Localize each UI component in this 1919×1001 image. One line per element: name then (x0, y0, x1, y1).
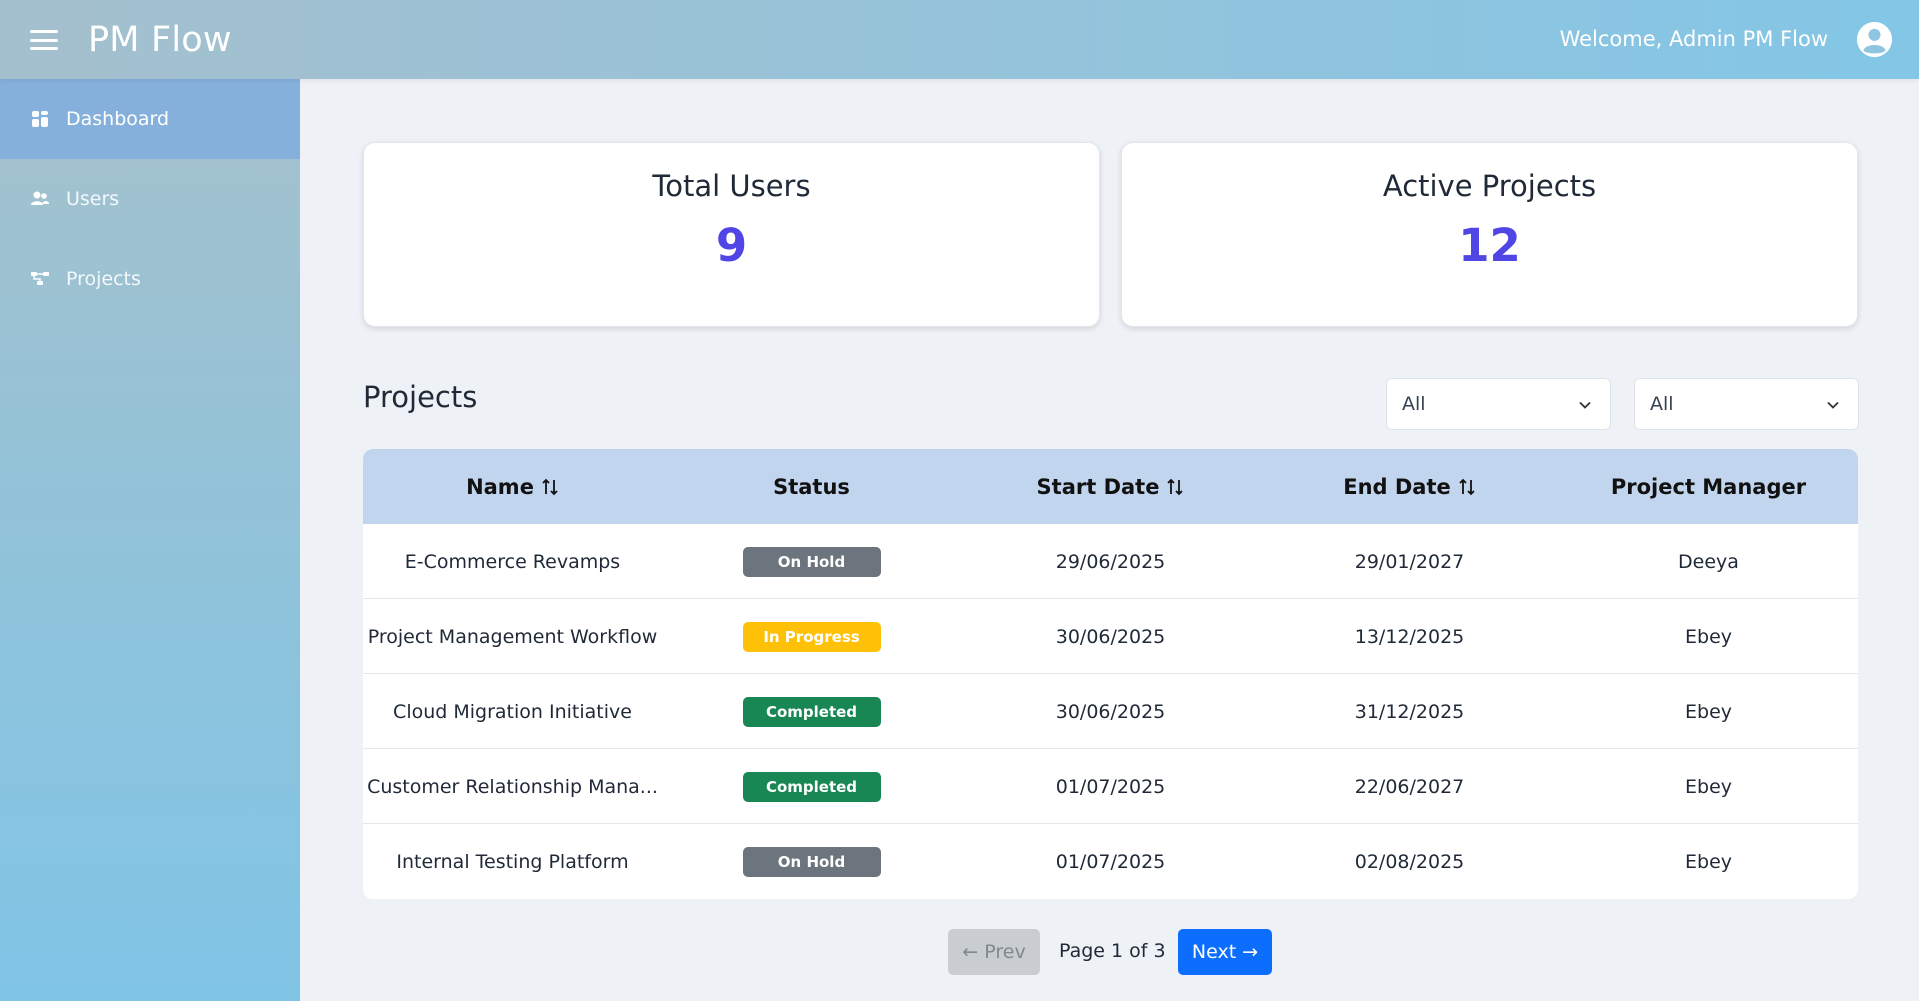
status-badge: Completed (742, 696, 881, 727)
project-name-cell: Cloud Migration Initiative (393, 700, 632, 723)
sidebar: Dashboard Users Projects (0, 79, 300, 1001)
total-users-label: Total Users (652, 169, 811, 203)
table-header: Name Status Start Date End Date Project (363, 449, 1858, 524)
end-date-cell: 29/01/2027 (1354, 550, 1465, 573)
start-date-cell: 30/06/2025 (1055, 625, 1166, 648)
chevron-down-icon (1579, 401, 1591, 409)
column-header-label: Name (466, 474, 534, 499)
table-row[interactable]: Project Management Workflow In Progress … (363, 599, 1858, 674)
column-header-name[interactable]: Name (363, 449, 662, 524)
project-name-cell: E-Commerce Revamps (404, 550, 621, 573)
manager-filter-value: All (1650, 393, 1674, 415)
status-cell: Completed (662, 749, 961, 824)
hamburger-menu-icon[interactable] (30, 30, 58, 50)
brand-title[interactable]: PM Flow (88, 20, 232, 60)
project-name-cell: Internal Testing Platform (396, 850, 629, 873)
welcome-text: Welcome, Admin PM Flow (1559, 27, 1828, 51)
status-badge: On Hold (742, 546, 881, 577)
active-projects-value: 12 (1458, 219, 1521, 272)
sort-icon[interactable] (1458, 477, 1476, 497)
start-date-cell: 01/07/2025 (1055, 850, 1166, 873)
status-cell: On Hold (662, 824, 961, 899)
manager-cell: Deeya (1678, 550, 1739, 573)
table-row[interactable]: Cloud Migration Initiative Completed 30/… (363, 674, 1858, 749)
manager-filter-select[interactable]: All (1634, 378, 1859, 430)
table-row[interactable]: Internal Testing Platform On Hold 01/07/… (363, 824, 1858, 899)
manager-cell: Ebey (1685, 850, 1732, 873)
start-date-cell: 29/06/2025 (1055, 550, 1166, 573)
status-cell: Completed (662, 674, 961, 749)
sidebar-item-label: Projects (66, 268, 141, 290)
column-header-project-manager: Project Manager (1559, 449, 1858, 524)
manager-cell: Ebey (1685, 625, 1732, 648)
sidebar-item-projects[interactable]: Projects (0, 239, 300, 319)
end-date-cell: 13/12/2025 (1354, 625, 1465, 648)
status-filter-value: All (1402, 393, 1426, 415)
end-date-cell: 22/06/2027 (1354, 775, 1465, 798)
status-badge: In Progress (742, 621, 881, 652)
start-date-cell: 01/07/2025 (1055, 775, 1166, 798)
active-projects-card: Active Projects 12 (1121, 142, 1858, 327)
user-avatar-icon[interactable] (1856, 21, 1893, 58)
table-row[interactable]: Customer Relationship Mana... Completed … (363, 749, 1858, 824)
sidebar-item-dashboard[interactable]: Dashboard (0, 79, 300, 159)
prev-page-button[interactable]: ← Prev (948, 929, 1040, 975)
total-users-value: 9 (715, 219, 748, 272)
end-date-cell: 31/12/2025 (1354, 700, 1465, 723)
end-date-cell: 02/08/2025 (1354, 850, 1465, 873)
next-page-button[interactable]: Next → (1178, 929, 1272, 975)
status-cell: In Progress (662, 599, 961, 674)
page-indicator: Page 1 of 3 (1059, 940, 1166, 962)
sidebar-item-label: Dashboard (66, 108, 170, 130)
dashboard-icon (30, 109, 50, 129)
projects-section-title: Projects (363, 380, 478, 414)
status-badge: Completed (742, 771, 881, 802)
project-name-cell: Customer Relationship Mana... (367, 775, 658, 798)
status-filter-select[interactable]: All (1386, 378, 1611, 430)
start-date-cell: 30/06/2025 (1055, 700, 1166, 723)
column-header-label: Project Manager (1610, 474, 1807, 499)
column-header-end-date[interactable]: End Date (1260, 449, 1559, 524)
manager-cell: Ebey (1685, 775, 1732, 798)
column-header-label: Start Date (1036, 474, 1160, 499)
manager-cell: Ebey (1685, 700, 1732, 723)
sort-icon[interactable] (1166, 477, 1184, 497)
total-users-card: Total Users 9 (363, 142, 1100, 327)
sidebar-item-label: Users (66, 188, 120, 210)
top-navbar: PM Flow Welcome, Admin PM Flow (0, 0, 1919, 79)
column-header-status: Status (662, 449, 961, 524)
active-projects-label: Active Projects (1382, 169, 1597, 203)
status-badge: On Hold (742, 846, 881, 877)
sidebar-item-users[interactable]: Users (0, 159, 300, 239)
sort-icon[interactable] (541, 477, 559, 497)
projects-icon (30, 269, 50, 289)
column-header-label: Status (773, 474, 850, 499)
column-header-label: End Date (1343, 474, 1451, 499)
status-cell: On Hold (662, 524, 961, 599)
chevron-down-icon (1827, 401, 1839, 409)
projects-table: Name Status Start Date End Date Project (363, 449, 1858, 899)
column-header-start-date[interactable]: Start Date (961, 449, 1260, 524)
users-icon (30, 189, 50, 209)
project-name-cell: Project Management Workflow (367, 625, 658, 648)
table-row[interactable]: E-Commerce Revamps On Hold 29/06/2025 29… (363, 524, 1858, 599)
